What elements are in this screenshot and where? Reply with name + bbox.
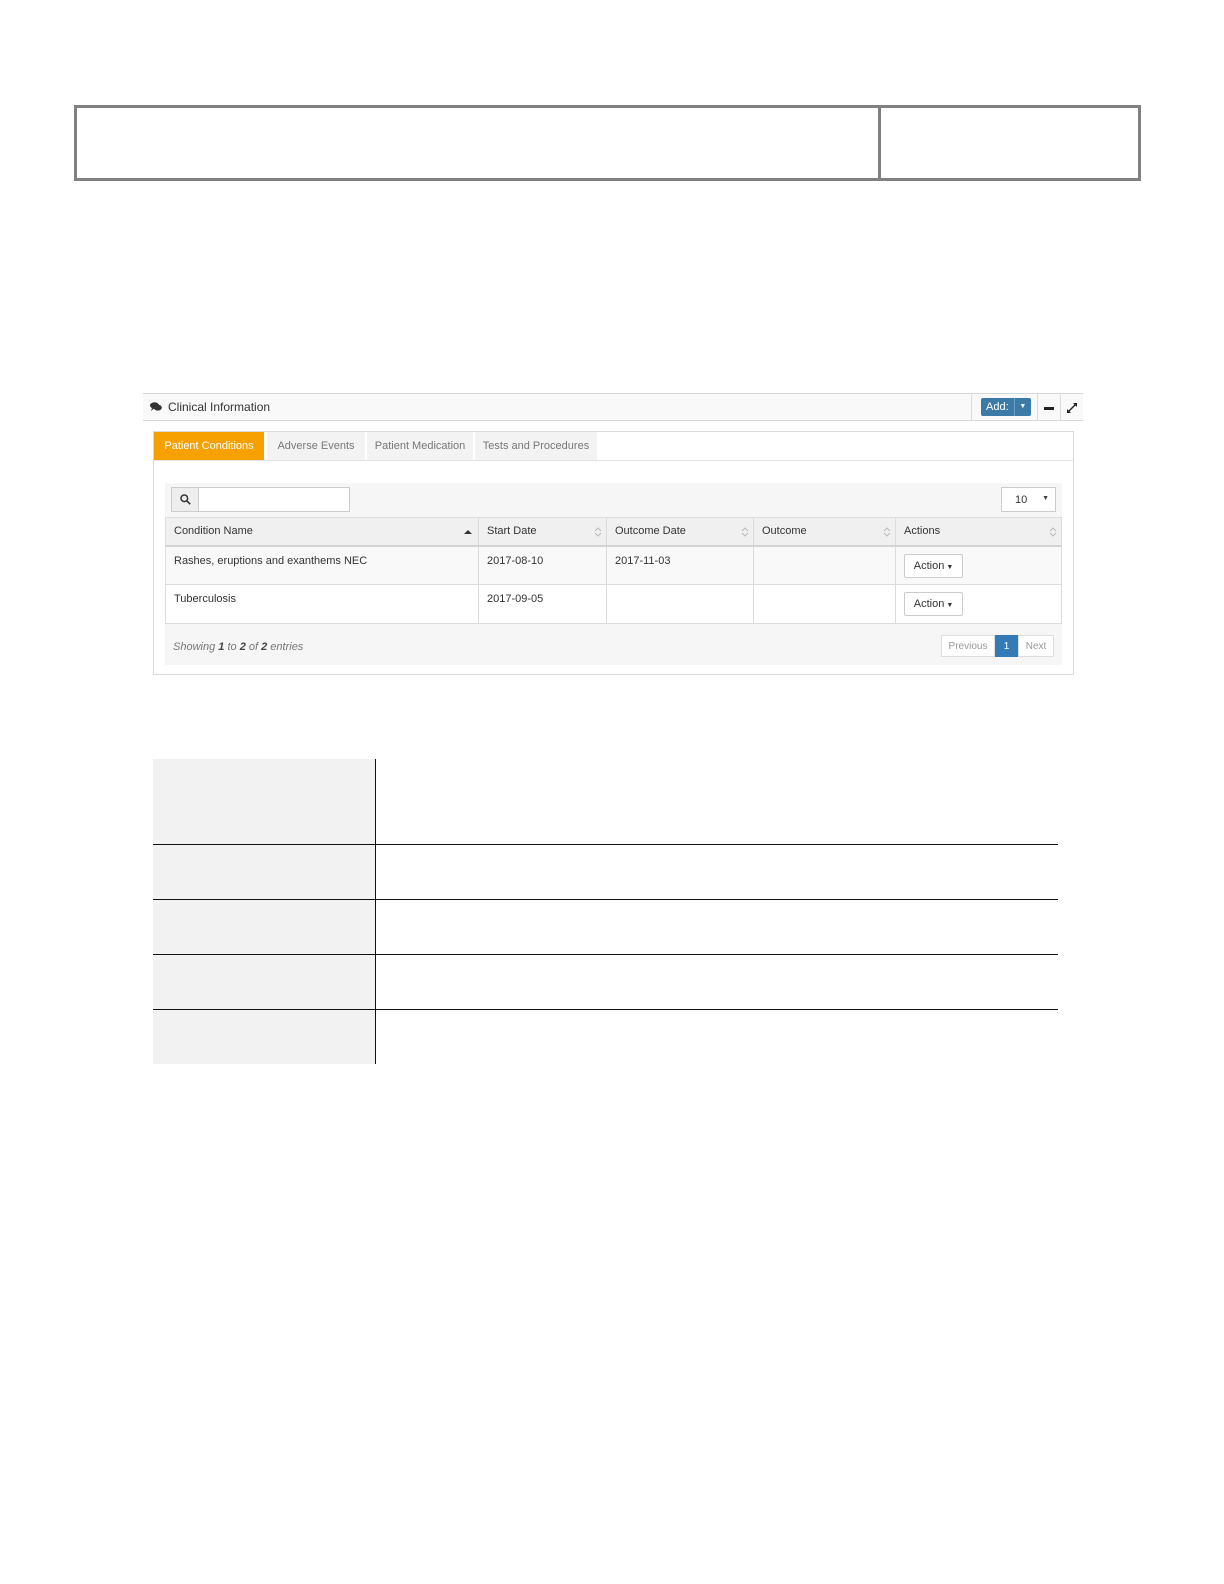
header-cell-right [881, 108, 1138, 178]
form-row-value [376, 1010, 1058, 1064]
header-cell-left [77, 108, 881, 178]
table-header-row: Condition Name Start Date Outcome Date O… [165, 517, 1062, 547]
datatable-wrapper: 10 ▼ Condition Name Start Date Outcome D… [165, 483, 1062, 665]
form-row-value [376, 759, 1058, 844]
clinical-information-widget: Clinical Information Add: ▼ Patient Cond… [143, 393, 1083, 677]
form-row-value [376, 900, 1058, 954]
widget-title: Clinical Information [150, 400, 270, 414]
page-length-select[interactable]: 10 ▼ [1001, 487, 1056, 512]
search-addon [172, 488, 199, 511]
cell-condition-name: Rashes, eruptions and exanthems NEC [165, 545, 479, 585]
cell-condition-name: Tuberculosis [165, 584, 479, 624]
form-row [153, 845, 1058, 900]
column-header-label: Start Date [487, 525, 537, 538]
action-dropdown-button[interactable]: Action ▼ [904, 592, 963, 616]
tab-adverse-events[interactable]: Adverse Events [267, 432, 365, 460]
sort-both-icon [741, 527, 749, 537]
caret-down-icon: ▼ [1019, 403, 1027, 410]
header-divider [1037, 394, 1038, 421]
cell-start-date: 2017-09-05 [478, 584, 607, 624]
cell-outcome [753, 584, 896, 624]
column-header-outcome-date[interactable]: Outcome Date [606, 517, 754, 547]
form-row [153, 1010, 1058, 1064]
form-row-value [376, 845, 1058, 899]
cell-outcome-date: 2017-11-03 [606, 545, 754, 585]
info-to-word: to [224, 641, 240, 653]
form-table [153, 759, 1058, 1064]
form-row-label [153, 1010, 376, 1064]
form-row [153, 759, 1058, 845]
comments-icon [150, 402, 162, 411]
table-row: Rashes, eruptions and exanthems NEC 2017… [165, 545, 1062, 585]
column-header-outcome[interactable]: Outcome [753, 517, 896, 547]
add-button-label: Add: [981, 398, 1015, 416]
action-dropdown-button[interactable]: Action ▼ [904, 553, 963, 578]
tab-patient-medication[interactable]: Patient Medication [367, 432, 473, 460]
sort-both-icon [883, 527, 891, 537]
widget-title-label: Clinical Information [168, 400, 271, 414]
sort-both-icon [594, 527, 602, 537]
sort-asc-icon [464, 530, 472, 534]
next-page-button[interactable]: Next [1018, 635, 1054, 657]
column-header-actions[interactable]: Actions [895, 517, 1062, 547]
expand-icon[interactable] [1066, 402, 1078, 414]
search-box [171, 487, 350, 512]
search-icon [180, 494, 191, 505]
action-button-label: Action [913, 598, 945, 610]
cell-outcome [753, 545, 896, 585]
form-row [153, 900, 1058, 955]
sort-both-icon [1049, 527, 1057, 537]
column-header-start-date[interactable]: Start Date [478, 517, 607, 547]
caret-down-icon: ▼ [1042, 495, 1049, 502]
cell-outcome-date [606, 584, 754, 624]
column-header-condition-name[interactable]: Condition Name [165, 517, 479, 547]
search-input[interactable] [199, 488, 349, 511]
pagination: Previous 1 Next [941, 635, 1054, 657]
collapse-icon[interactable] [1044, 407, 1054, 410]
form-row [153, 955, 1058, 1010]
widget-header: Clinical Information Add: ▼ [143, 393, 1083, 421]
form-row-label [153, 759, 376, 844]
cell-start-date: 2017-08-10 [478, 545, 607, 585]
form-row-label [153, 955, 376, 1009]
conditions-table: Condition Name Start Date Outcome Date O… [165, 517, 1062, 624]
tab-patient-conditions[interactable]: Patient Conditions [154, 432, 264, 460]
form-row-label [153, 900, 376, 954]
page-length-value: 10 [1015, 494, 1028, 506]
header-divider [971, 394, 972, 421]
form-row-value [376, 955, 1058, 1009]
tab-bar: Patient Conditions Adverse Events Patien… [154, 432, 1073, 461]
caret-down-icon: ▼ [946, 602, 954, 609]
column-header-label: Condition Name [174, 525, 253, 538]
document-header-box [74, 105, 1141, 181]
add-dropdown-button[interactable]: Add: ▼ [981, 398, 1031, 416]
header-divider [1060, 394, 1061, 421]
table-info: Showing 1 to 2 of 2 entries [173, 641, 303, 653]
column-header-label: Outcome Date [615, 525, 686, 538]
info-suffix: entries [267, 641, 304, 653]
caret-down-icon: ▼ [946, 563, 954, 571]
column-header-label: Actions [904, 525, 941, 538]
page-1-button[interactable]: 1 [995, 635, 1018, 657]
info-prefix: Showing [173, 641, 219, 653]
form-row-label [153, 845, 376, 899]
cell-actions: Action ▼ [895, 545, 1062, 585]
action-button-label: Action [913, 559, 945, 572]
tab-tests-and-procedures[interactable]: Tests and Procedures [475, 432, 597, 460]
column-header-label: Outcome [762, 525, 807, 538]
table-row: Tuberculosis 2017-09-05 Action ▼ [165, 584, 1062, 624]
previous-page-button[interactable]: Previous [941, 635, 995, 657]
info-of-word: of [245, 641, 262, 653]
conditions-panel: Patient Conditions Adverse Events Patien… [153, 431, 1074, 675]
cell-actions: Action ▼ [895, 584, 1062, 624]
